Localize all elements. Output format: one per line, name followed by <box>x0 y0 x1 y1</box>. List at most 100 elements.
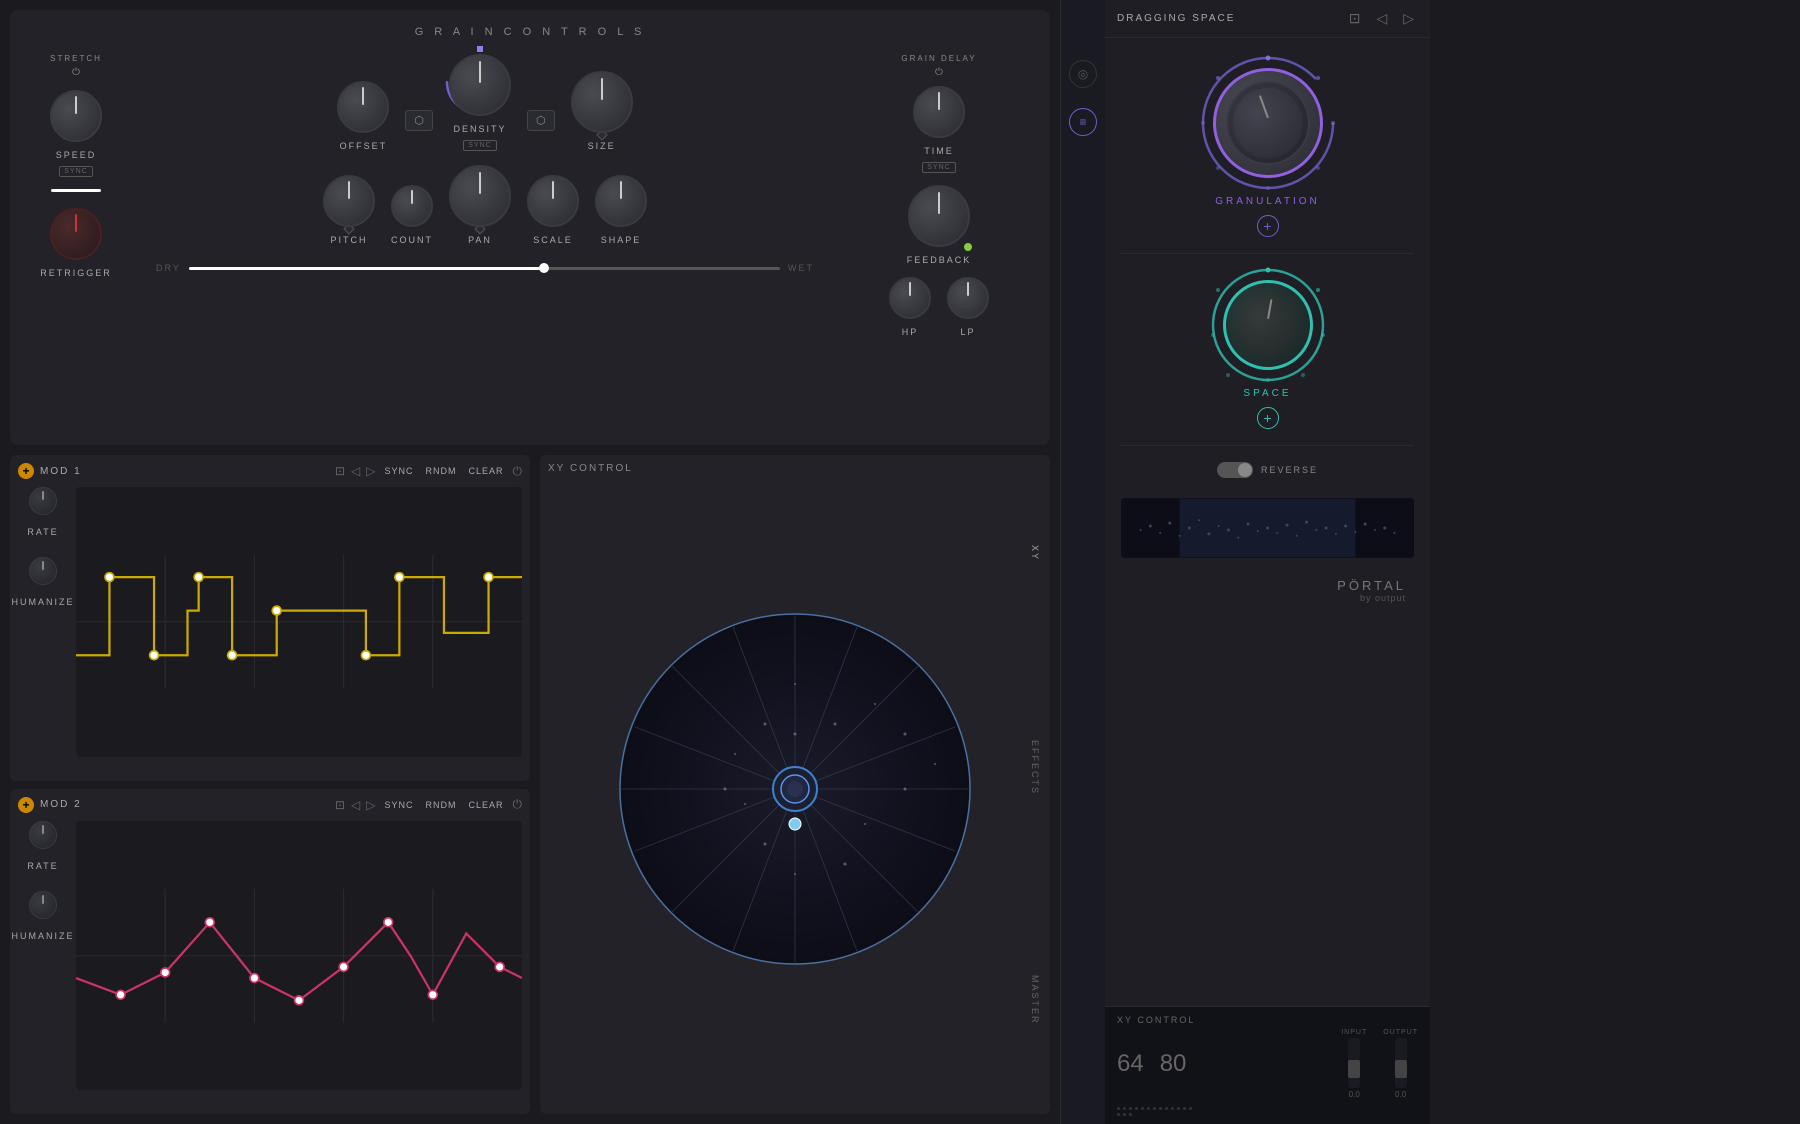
density-dot <box>477 46 483 52</box>
feedback-label: FEEDBACK <box>907 255 972 265</box>
scale-label: SCALE <box>533 235 573 245</box>
link-btn-1[interactable]: ⬡ <box>405 110 433 131</box>
xy-title: XY CONTROL <box>548 463 1042 474</box>
xy-panel: XY CONTROL <box>540 455 1050 1114</box>
granulation-knob-wrap <box>1203 58 1333 188</box>
density-knob[interactable] <box>449 54 511 116</box>
retrigger-knob[interactable] <box>50 208 102 260</box>
mod2-waveform-svg <box>76 821 522 1091</box>
count-label: COUNT <box>391 235 433 245</box>
output-slider[interactable] <box>1395 1038 1407 1088</box>
stretch-power-icon[interactable]: ⏻ <box>72 67 80 78</box>
prev-icon[interactable]: ◁ <box>1372 8 1391 29</box>
xy-circle-area[interactable] <box>548 482 1042 1095</box>
next-icon[interactable]: ▷ <box>1399 8 1418 29</box>
offset-knob[interactable] <box>337 81 389 133</box>
count-knob[interactable] <box>391 185 433 227</box>
mod2-add-btn[interactable]: + <box>18 797 34 813</box>
input-slider[interactable] <box>1348 1038 1360 1088</box>
mod1-add-btn[interactable]: + <box>18 463 34 479</box>
bottom-section: + MOD 1 ⊡ ◁ ▷ SYNC RNDM CLEAR ⏻ <box>10 455 1050 1114</box>
mod1-rate-knob[interactable] <box>29 487 57 515</box>
mod1-knobs: RATE HUMANIZE <box>18 487 68 757</box>
space-knob[interactable] <box>1223 280 1313 370</box>
sidebar-circle-icon[interactable]: ◎ <box>1069 60 1097 88</box>
speed-sync-badge[interactable]: SYNC <box>59 166 92 177</box>
space-section: SPACE + <box>1121 270 1414 446</box>
mod2-canvas[interactable] <box>76 821 522 1091</box>
granulation-knob[interactable] <box>1213 68 1323 178</box>
mod1-power-icon[interactable]: ⏻ <box>513 464 523 479</box>
pitch-knob[interactable] <box>323 175 375 227</box>
wet-label: WET <box>788 263 814 273</box>
speed-knob[interactable] <box>50 90 102 142</box>
speed-slider[interactable] <box>51 189 101 192</box>
granulation-add-btn[interactable]: + <box>1257 215 1279 237</box>
mod2-copy-icon[interactable]: ⊡ <box>335 798 345 812</box>
mod2-clear-btn[interactable]: CLEAR <box>465 798 506 812</box>
space-add-btn[interactable]: + <box>1257 407 1279 429</box>
dry-wet-row: DRY WET <box>136 263 834 273</box>
mod1-redo-icon[interactable]: ▷ <box>366 464 375 478</box>
mod-panel: + MOD 1 ⊡ ◁ ▷ SYNC RNDM CLEAR ⏻ <box>10 455 530 1114</box>
pan-knob[interactable] <box>449 165 511 227</box>
time-knob[interactable] <box>913 86 965 138</box>
mod1-humanize-knob[interactable] <box>29 557 57 585</box>
mod2-power-icon[interactable]: ⏻ <box>513 797 523 812</box>
mod1-undo-icon[interactable]: ◁ <box>351 464 360 478</box>
save-icon[interactable]: ⊡ <box>1345 8 1365 29</box>
right-content: GRANULATION + <box>1105 38 1430 1006</box>
link-btn-2[interactable]: ⬡ <box>527 110 555 131</box>
size-knob[interactable] <box>571 71 633 133</box>
xy-right-tabs: XY EFFECTS MASTER <box>1020 455 1050 1114</box>
hp-label: HP <box>902 327 919 337</box>
dry-wet-slider[interactable] <box>189 267 780 270</box>
time-sync-badge[interactable]: SYNC <box>922 162 955 173</box>
lp-knob[interactable] <box>947 277 989 319</box>
mod1-clear-btn[interactable]: CLEAR <box>465 464 506 478</box>
mod2-humanize-knob[interactable] <box>29 891 57 919</box>
mod1-sync-btn[interactable]: SYNC <box>381 464 416 478</box>
offset-label: OFFSET <box>340 141 388 151</box>
reverse-thumb <box>1238 463 1252 477</box>
space-knob-inner <box>1238 295 1298 355</box>
right-panel-header: DRAGGING SPACE ⊡ ◁ ▷ <box>1105 0 1430 38</box>
mod1-header: + MOD 1 ⊡ ◁ ▷ SYNC RNDM CLEAR ⏻ <box>18 463 522 479</box>
mod1-rndm-btn[interactable]: RNDM <box>422 464 459 478</box>
right-main: DRAGGING SPACE ⊡ ◁ ▷ <box>1105 0 1430 1124</box>
mod1-canvas[interactable] <box>76 487 522 757</box>
dragging-space-title: DRAGGING SPACE <box>1117 13 1337 24</box>
xy-tab-effects[interactable]: EFFECTS <box>1026 732 1044 803</box>
shape-knob[interactable] <box>595 175 647 227</box>
input-slider-group: INPUT 0.0 <box>1341 1029 1367 1099</box>
shape-label: SHAPE <box>601 235 642 245</box>
lp-label: LP <box>960 327 975 337</box>
sidebar-sliders-icon[interactable]: ≡ <box>1069 108 1097 136</box>
feedback-knob[interactable] <box>908 185 970 247</box>
output-slider-group: OUTPUT 0.0 <box>1383 1029 1418 1099</box>
mod1-rate-label: RATE <box>27 527 58 537</box>
by-output-text: by output <box>1121 593 1406 603</box>
granulation-label: GRANULATION <box>1215 196 1320 207</box>
granulation-section: GRANULATION + <box>1121 58 1414 254</box>
waveform-display[interactable] <box>1121 498 1414 558</box>
input-thumb <box>1348 1060 1360 1078</box>
mod2-redo-icon[interactable]: ▷ <box>366 798 375 812</box>
reverse-toggle-row: REVERSE <box>1217 462 1318 478</box>
mod1-humanize-label: HUMANIZE <box>12 597 75 607</box>
reverse-toggle[interactable] <box>1217 462 1253 478</box>
grain-delay-power-icon[interactable]: ⏻ <box>935 67 943 78</box>
mod2-rate-knob[interactable] <box>29 821 57 849</box>
scale-knob[interactable] <box>527 175 579 227</box>
density-sync-badge[interactable]: SYNC <box>463 140 496 151</box>
mod2-rndm-btn[interactable]: RNDM <box>422 798 459 812</box>
reverse-label: REVERSE <box>1261 465 1318 475</box>
mod2-undo-icon[interactable]: ◁ <box>351 798 360 812</box>
xy-tab-master[interactable]: MASTER <box>1026 967 1044 1033</box>
mod2-rate-label: RATE <box>27 861 58 871</box>
hp-knob[interactable] <box>889 277 931 319</box>
mod1-copy-icon[interactable]: ⊡ <box>335 464 345 478</box>
grain-controls-section: G R A I N C O N T R O L S STRETCH ⏻ SPEE… <box>10 10 1050 445</box>
xy-tab-xy[interactable]: XY <box>1026 537 1044 569</box>
mod2-sync-btn[interactable]: SYNC <box>381 798 416 812</box>
